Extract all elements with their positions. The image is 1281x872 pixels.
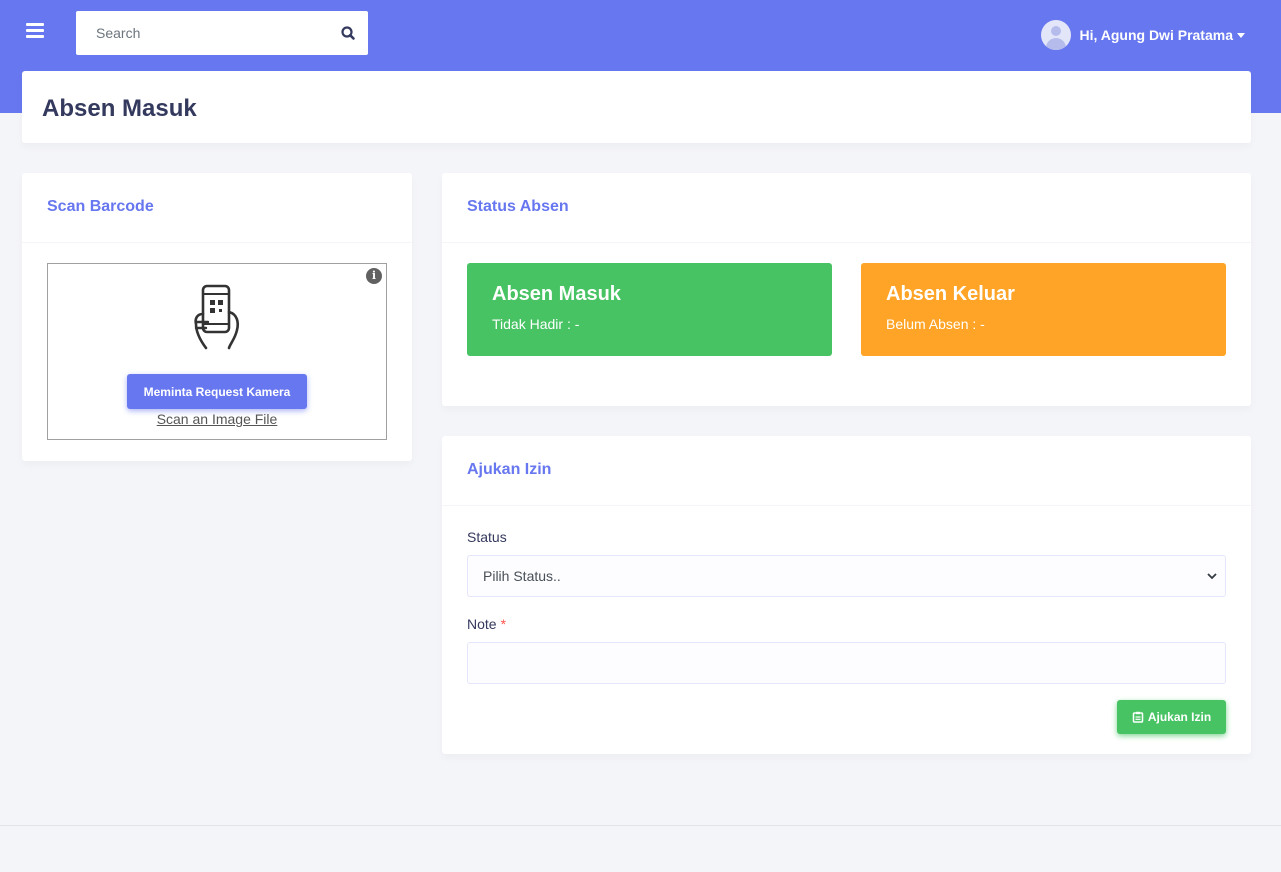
page-header: Absen Masuk [22,71,1251,143]
absen-keluar-status: Belum Absen : - [886,316,985,332]
note-label: Note [467,616,497,632]
absen-keluar-box: Absen Keluar Belum Absen : - [861,263,1226,356]
qr-reader: i Meminta Request Kamera Scan an Image F… [47,263,387,440]
request-camera-button[interactable]: Meminta Request Kamera [127,374,307,409]
note-input[interactable] [467,642,1226,684]
status-absen-card: Status Absen Absen Masuk Tidak Hadir : -… [442,173,1251,406]
ajukan-izin-button[interactable]: Ajukan Izin [1117,700,1226,734]
card-header: Status Absen [442,173,1251,243]
status-card-title: Status Absen [467,198,569,215]
phone-qr-scan-icon [194,284,240,350]
chevron-down-icon [1207,573,1217,580]
status-select[interactable]: Pilih Status.. [467,555,1226,597]
card-header: Scan Barcode [22,173,412,243]
info-icon[interactable]: i [366,268,382,284]
absen-keluar-title: Absen Keluar [886,283,1015,305]
footer-divider [0,825,1281,826]
clipboard-icon [1132,711,1144,723]
search-input[interactable] [76,11,326,55]
required-mark: * [500,616,507,632]
hamburger-icon[interactable] [26,23,46,43]
avatar [1041,20,1072,50]
user-menu[interactable]: Hi, Agung Dwi Pratama [1041,19,1245,51]
page-title: Absen Masuk [42,95,197,122]
scan-image-file-link[interactable]: Scan an Image File [48,411,386,427]
absen-masuk-title: Absen Masuk [492,283,621,305]
status-select-value: Pilih Status.. [483,568,561,584]
user-greeting: Hi, Agung Dwi Pratama [1079,27,1233,43]
absen-masuk-status: Tidak Hadir : - [492,316,580,332]
scan-barcode-card: Scan Barcode i Meminta Request Kamera Sc… [22,173,412,461]
ajukan-izin-card: Ajukan Izin Status Pilih Status.. Note * … [442,436,1251,754]
absen-masuk-box: Absen Masuk Tidak Hadir : - [467,263,832,356]
izin-card-title: Ajukan Izin [467,461,552,478]
caret-down-icon [1237,32,1245,38]
ajukan-izin-label: Ajukan Izin [1147,710,1212,724]
search-box [76,11,368,55]
search-icon[interactable] [336,21,360,45]
scan-card-title: Scan Barcode [47,198,154,215]
card-header: Ajukan Izin [442,436,1251,506]
note-label-row: Note * [467,616,506,632]
status-label: Status [467,529,507,545]
